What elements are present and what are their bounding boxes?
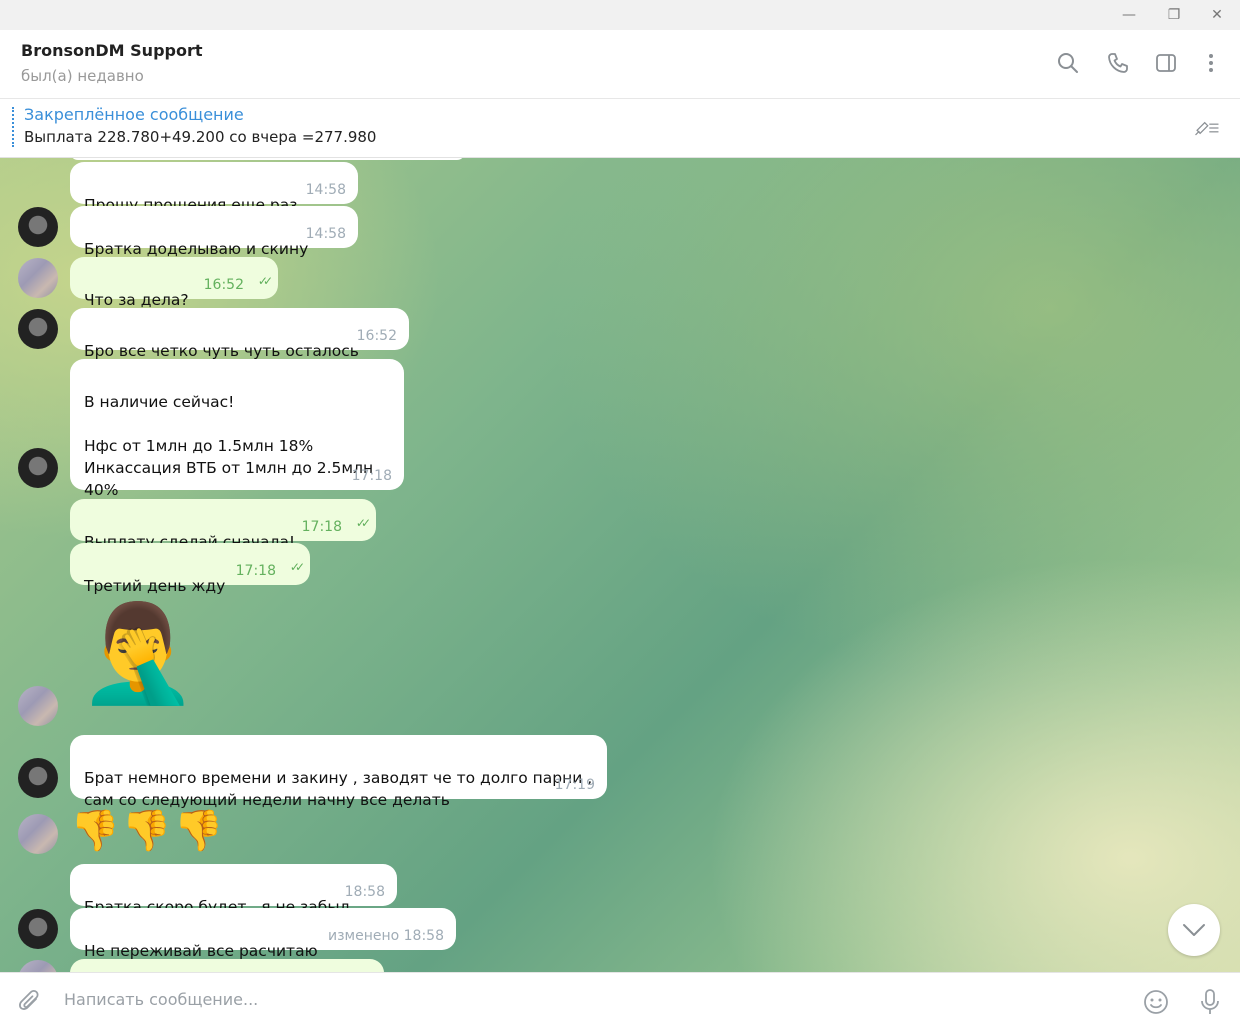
contact-avatar[interactable] — [18, 448, 58, 488]
message-bubble-incoming[interactable]: Брат немного времени и закину , заводят … — [70, 735, 607, 809]
message-bubble-incoming[interactable]: Братка доделываю и скину 14:58 — [70, 206, 358, 258]
more-menu-icon[interactable] — [1198, 50, 1224, 76]
scroll-to-bottom-button[interactable] — [1168, 904, 1220, 956]
message-input[interactable]: Написать сообщение... — [64, 990, 258, 1009]
chat-status: был(а) недавно — [21, 67, 144, 85]
pinned-text: Выплата 228.780+49.200 со вчера =277.980 — [24, 128, 377, 146]
message-bubble-outgoing[interactable]: Выплату сделай сначала! 17:18 ✓✓ — [70, 499, 376, 551]
contact-avatar[interactable] — [18, 309, 58, 349]
pinned-title: Закреплённое сообщение — [24, 105, 244, 124]
message-text: Третий день жду — [84, 577, 226, 595]
chevron-down-icon — [1183, 924, 1205, 936]
contact-avatar[interactable] — [18, 207, 58, 247]
message-bubble-incoming[interactable]: Бро все четко чуть чуть осталось 16:52 — [70, 308, 409, 360]
contact-avatar[interactable] — [18, 909, 58, 949]
message-text: Не переживай все расчитаю — [84, 942, 318, 960]
message-text: Бро все четко чуть чуть осталось — [84, 342, 359, 360]
minimize-button[interactable]: — — [1106, 0, 1152, 30]
attach-icon[interactable] — [16, 988, 44, 1016]
message-time: 17:19 — [554, 777, 595, 793]
restore-button[interactable]: ❐ — [1151, 0, 1197, 30]
message-time: 17:18 — [351, 468, 392, 484]
chat-area[interactable]: Прошу прощения еще раз 14:58 Братка доде… — [0, 158, 1240, 972]
phone-icon[interactable] — [1105, 50, 1131, 76]
message-time: 16:52 — [203, 277, 244, 293]
thumbs-down-emoji[interactable]: 👎👎👎 — [70, 806, 225, 856]
message-time: 14:58 — [305, 226, 346, 242]
message-bubble-incoming[interactable]: Братка скоро будет , я не забыл 18:58 — [70, 864, 397, 916]
user-avatar[interactable] — [18, 258, 58, 298]
chat-header: BronsonDM Support был(а) недавно — [0, 30, 1240, 99]
user-avatar[interactable] — [18, 686, 58, 726]
message-text: Что за дела? — [84, 291, 189, 309]
sidebar-toggle-icon[interactable] — [1153, 50, 1179, 76]
chat-title[interactable]: BronsonDM Support — [21, 41, 203, 60]
message-bubble-incoming[interactable]: В наличие сейчас! Нфс от 1млн до 1.5млн … — [70, 359, 404, 521]
contact-avatar[interactable] — [18, 758, 58, 798]
read-check-icon: ✓✓ — [355, 516, 371, 530]
message-bubble-incoming[interactable]: Прошу прощения еще раз 14:58 — [70, 162, 358, 214]
partial-message — [70, 959, 384, 972]
message-time: 17:18 — [235, 563, 276, 579]
message-bubble-outgoing[interactable]: Что за дела? 16:52 ✓✓ — [70, 257, 278, 309]
message-text: Брат немного времени и закину , заводят … — [84, 769, 593, 809]
close-button[interactable]: ✕ — [1194, 0, 1240, 30]
read-check-icon: ✓✓ — [289, 560, 305, 574]
pinned-indicator — [12, 107, 16, 147]
user-avatar[interactable] — [18, 960, 58, 972]
search-icon[interactable] — [1055, 50, 1081, 76]
microphone-icon[interactable] — [1196, 988, 1224, 1016]
read-check-icon: ✓✓ — [257, 274, 273, 288]
facepalm-emoji[interactable]: 🤦‍♂️ — [78, 598, 198, 708]
message-time: 18:58 — [344, 884, 385, 900]
message-time: 16:52 — [356, 328, 397, 344]
message-bubble-outgoing[interactable]: Третий день жду 17:18 ✓✓ — [70, 543, 310, 595]
pinned-list-icon[interactable] — [1194, 115, 1220, 141]
message-time: 14:58 — [305, 182, 346, 198]
message-bubble-incoming[interactable]: Не переживай все расчитаю изменено 18:58 — [70, 908, 456, 960]
partial-message — [70, 158, 465, 160]
user-avatar[interactable] — [18, 814, 58, 854]
window-titlebar: — ❐ ✕ — [0, 0, 1240, 30]
message-time: 17:18 — [301, 519, 342, 535]
pinned-message[interactable]: Закреплённое сообщение Выплата 228.780+4… — [0, 99, 1240, 158]
emoji-icon[interactable] — [1142, 988, 1170, 1016]
message-time: изменено 18:58 — [328, 928, 444, 944]
message-text: Братка доделываю и скину — [84, 240, 309, 258]
message-composer: Написать сообщение... — [0, 972, 1240, 1031]
